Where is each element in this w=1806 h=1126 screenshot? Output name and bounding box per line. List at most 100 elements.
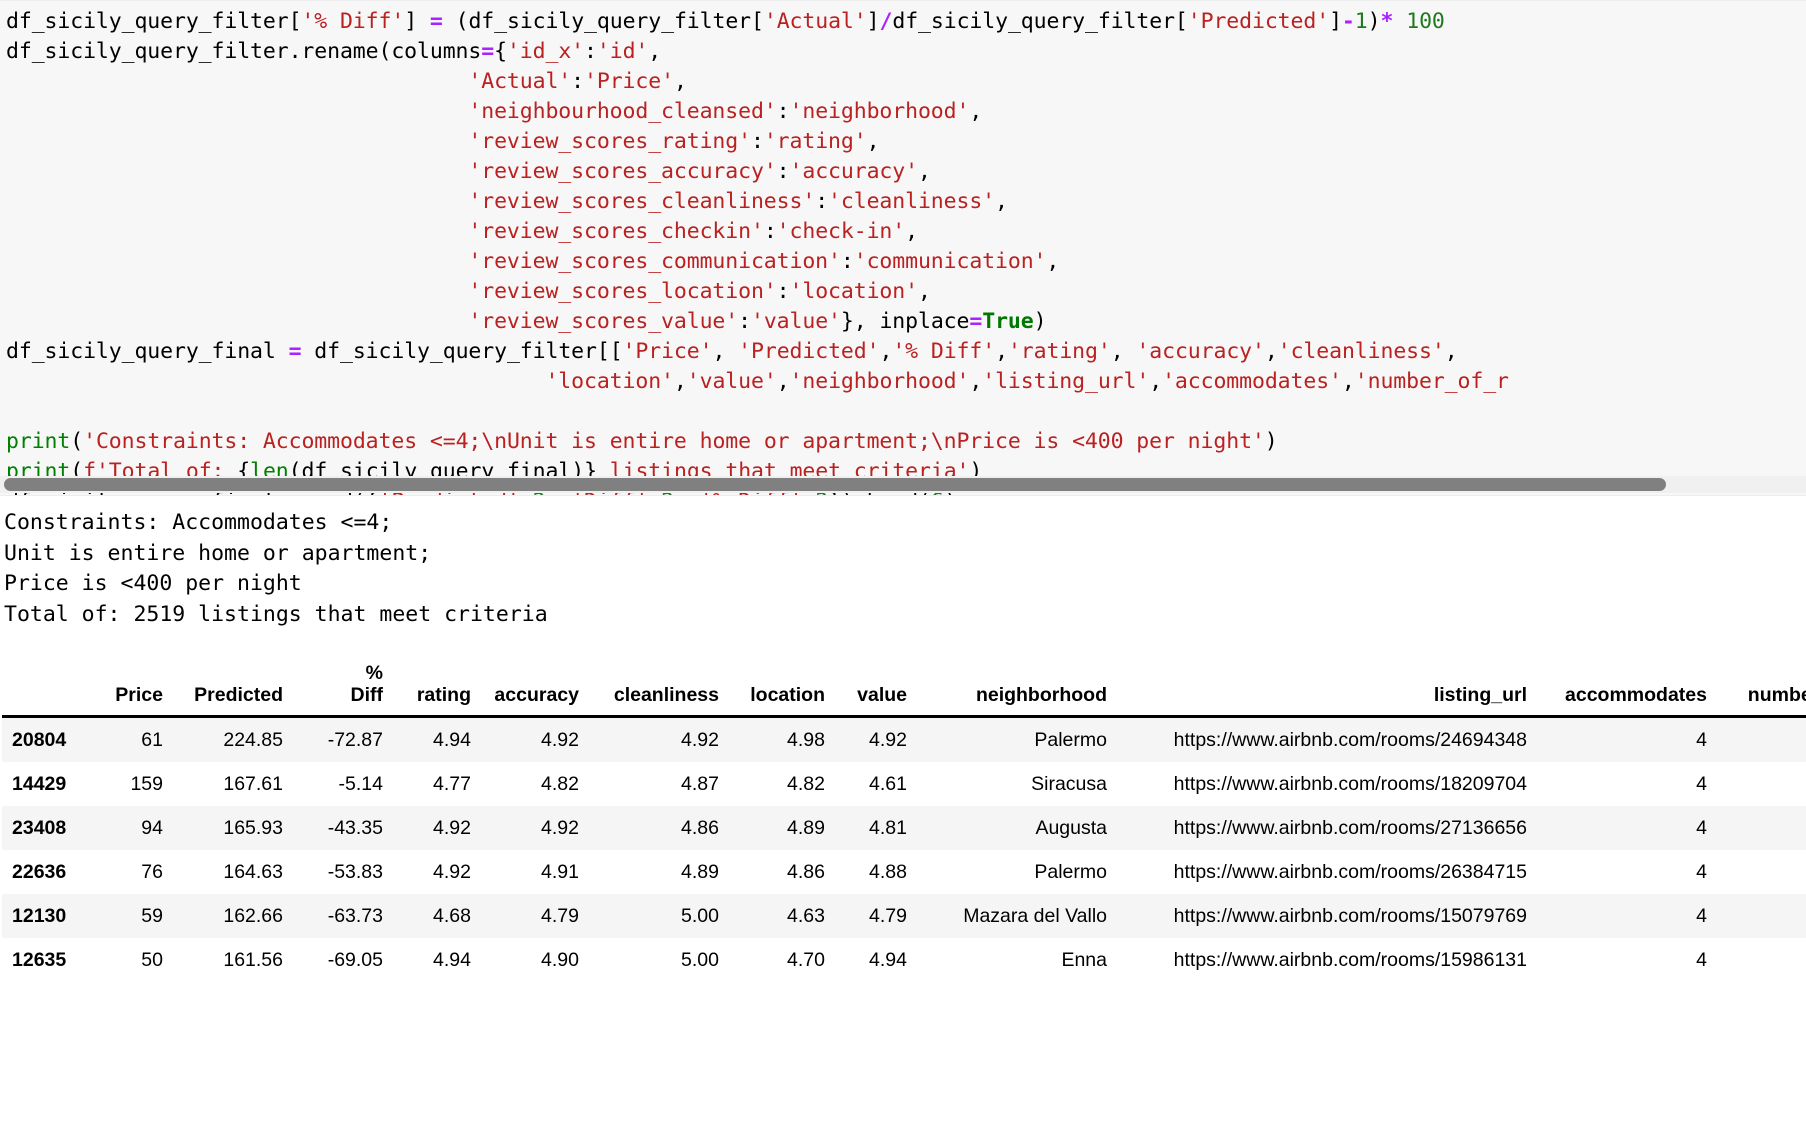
cell-rating: 4.94	[433, 729, 471, 751]
code-token: )	[1264, 429, 1278, 454]
code-token: 'rating'	[1007, 339, 1111, 364]
code-token: ,	[1046, 249, 1060, 274]
cell-predicted: 165.93	[223, 817, 283, 839]
cell-rating: 4.94	[433, 949, 471, 971]
cell-value: 4.61	[869, 773, 907, 795]
code-token: 'accuracy'	[789, 159, 919, 184]
cell-accommodates: 4	[1696, 861, 1707, 883]
cell-location: 4.82	[787, 773, 825, 795]
code-line-9: 'review_scores_communication':'communica…	[6, 247, 1806, 277]
code-token: 'Actual'	[468, 69, 572, 94]
cell-stdout-output: Constraints: Accommodates <=4; Unit is e…	[4, 510, 548, 627]
cell-rating: 4.92	[433, 817, 471, 839]
cell-pct-diff: -72.87	[327, 729, 383, 751]
scrollbar-thumb[interactable]	[4, 478, 1666, 491]
code-token: ,	[995, 339, 1008, 364]
row-index-cell: 12130	[12, 905, 67, 927]
code-token: 'neighborhood'	[789, 369, 970, 394]
cell-listing-url: https://www.airbnb.com/rooms/24694348	[1173, 729, 1527, 751]
column-header-value: value	[834, 658, 916, 718]
cell-number-of-r	[1716, 938, 1806, 982]
cell-location: 4.70	[787, 949, 825, 971]
code-token: =	[429, 9, 443, 34]
column-header-price: Price	[94, 658, 172, 718]
cell-cleanliness: 4.86	[681, 817, 719, 839]
cell-cleanliness: 4.87	[681, 773, 719, 795]
row-index-cell: 23408	[12, 817, 67, 839]
code-token: /	[879, 9, 893, 34]
column-header-neighborhood: neighborhood	[916, 658, 1116, 718]
column-header-predicted: Predicted	[172, 658, 292, 718]
table-row: 22636 76 164.63 -53.83 4.92 4.91 4.89 4.86 4.88 P…	[2, 850, 1806, 894]
code-token: ,	[917, 279, 931, 304]
code-token: 'Predicted'	[738, 339, 880, 364]
code-cell[interactable]: df_sicily_query_filter['% Diff'] = (df_s…	[0, 0, 1806, 496]
code-token: )	[1367, 9, 1381, 34]
code-token: 'neighbourhood_cleansed'	[468, 99, 777, 124]
code-editor-text[interactable]: df_sicily_query_filter['% Diff'] = (df_s…	[0, 7, 1806, 495]
column-header-cleanliness: cleanliness	[588, 658, 728, 718]
code-line-1: df_sicily_query_filter['% Diff'] = (df_s…	[6, 7, 1806, 37]
column-header-rating: rating	[392, 658, 480, 718]
code-line-4: 'neighbourhood_cleansed':'neighborhood',	[6, 97, 1806, 127]
code-token: 'value'	[686, 369, 777, 394]
cell-value: 4.79	[869, 905, 907, 927]
cell-value: 4.94	[869, 949, 907, 971]
code-token: ,	[905, 219, 918, 244]
cell-price: 94	[141, 817, 163, 839]
cell-listing-url: https://www.airbnb.com/rooms/26384715	[1173, 861, 1527, 883]
cell-location: 4.89	[787, 817, 825, 839]
cell-neighborhood: Palermo	[1034, 729, 1107, 751]
cell-number-of-r	[1716, 717, 1806, 763]
cell-predicted: 161.56	[223, 949, 283, 971]
cell-number-of-r	[1716, 806, 1806, 850]
column-header-index	[2, 658, 94, 718]
code-cell-horizontal-scrollbar[interactable]	[0, 476, 1806, 493]
column-header-pct-diff: % Diff	[292, 658, 392, 718]
table-row: 12130 59 162.66 -63.73 4.68 4.79 5.00 4.63 4.79 M…	[2, 894, 1806, 938]
cell-pct-diff: -43.35	[327, 817, 383, 839]
column-header-number-of-reviews: number_of_r	[1716, 658, 1806, 718]
cell-accuracy: 4.92	[541, 729, 579, 751]
cell-rating: 4.92	[433, 861, 471, 883]
row-index-cell: 12635	[12, 949, 67, 971]
code-token: (	[70, 429, 84, 454]
code-token: df_sicily_query_filter.rename(columns	[6, 39, 482, 64]
code-token: 100	[1406, 9, 1445, 34]
cell-pct-diff: -53.83	[327, 861, 383, 883]
code-token: 'cleanliness'	[828, 189, 996, 214]
code-token: 'Constraints: Accommodates <=4;\nUnit is…	[83, 429, 1265, 454]
code-token: 'rating'	[763, 129, 867, 154]
pct-diff-line-2: Diff	[350, 684, 384, 706]
code-token: 'accuracy'	[1136, 339, 1265, 364]
code-line-7: 'review_scores_cleanliness':'cleanliness…	[6, 187, 1806, 217]
cell-predicted: 224.85	[223, 729, 283, 751]
code-token: '% Diff'	[892, 339, 996, 364]
column-header-listing-url: listing_url	[1116, 658, 1536, 718]
cell-listing-url: https://www.airbnb.com/rooms/15079769	[1173, 905, 1527, 927]
cell-accuracy: 4.91	[541, 861, 579, 883]
table-row: 14429 159 167.61 -5.14 4.77 4.82 4.87 4.82 4.61 S…	[2, 762, 1806, 806]
code-line-8: 'review_scores_checkin':'check-in',	[6, 217, 1806, 247]
code-token: =	[481, 39, 495, 64]
cell-location: 4.63	[787, 905, 825, 927]
code-token: *	[1380, 9, 1394, 34]
code-token: 'accommodates'	[1162, 369, 1342, 394]
column-header-accommodates: accommodates	[1536, 658, 1716, 718]
row-index-cell: 22636	[12, 861, 67, 883]
code-token: ,	[673, 69, 687, 94]
code-token: ,	[1444, 339, 1458, 364]
code-line-3: 'Actual':'Price',	[6, 67, 1806, 97]
code-token: :	[776, 279, 790, 304]
table-body: 20804 61 224.85 -72.87 4.94 4.92 4.92 4.98 4.92 P…	[2, 716, 1806, 982]
cell-price: 159	[130, 773, 163, 795]
code-token: 'review_scores_location'	[468, 279, 777, 304]
cell-number-of-r	[1716, 762, 1806, 806]
